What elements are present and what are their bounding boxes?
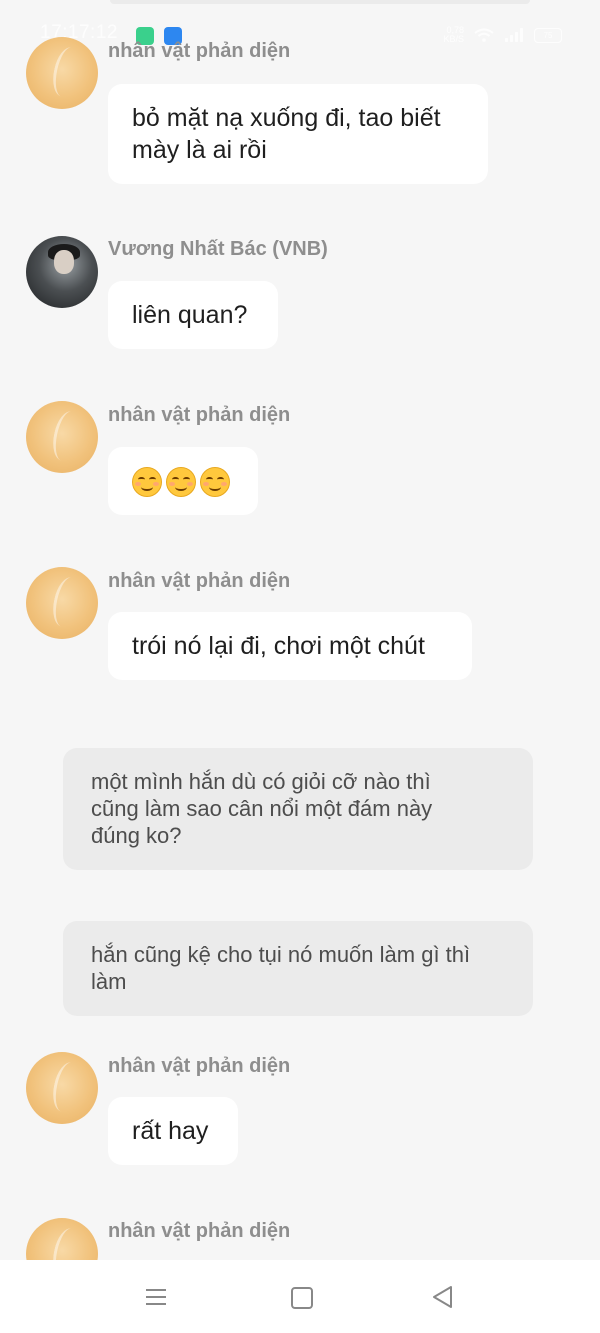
smiling-face-emoji — [132, 467, 162, 498]
message-text: rất hay — [132, 1117, 209, 1145]
sender-name: nhân vật phản diện — [108, 1055, 291, 1077]
avatar-face — [54, 250, 74, 274]
message-bubble[interactable]: liên quan? — [108, 281, 278, 349]
message-bubble[interactable] — [108, 447, 258, 515]
battery-icon: 75 — [534, 27, 562, 43]
signal-icon — [504, 28, 524, 42]
home-icon[interactable] — [288, 1284, 314, 1310]
smiling-face-emoji — [200, 467, 230, 498]
status-indicators: 0,78 KB/S 75 — [443, 26, 562, 44]
narration-block[interactable]: một mình hắn dù có giỏi cỡ nào thì cũng … — [63, 748, 533, 870]
avatar[interactable] — [26, 1052, 98, 1124]
sender-name: nhân vật phản diện — [108, 570, 291, 592]
message-text: liên quan? — [132, 301, 248, 329]
narration-line: một mình hắn dù có giỏi cỡ nào thì — [91, 769, 431, 794]
message-text-line: bỏ mặt nạ xuống đi, tao biết — [132, 104, 441, 132]
message-bubble[interactable]: rất hay — [108, 1097, 238, 1165]
avatar[interactable] — [26, 236, 98, 308]
avatar[interactable] — [26, 567, 98, 639]
sender-name: Vương Nhất Bác (VNB) — [108, 238, 328, 260]
narration-line: hắn cũng kệ cho tụi nó muốn làm gì thì — [91, 942, 471, 967]
network-speed-value: 0,78 — [446, 25, 464, 35]
narration-block[interactable]: hắn cũng kệ cho tụi nó muốn làm gì thì l… — [63, 921, 533, 1016]
avatar[interactable] — [26, 37, 98, 109]
sender-name: nhân vật phản diện — [108, 1220, 291, 1242]
network-speed: 0,78 KB/S — [443, 26, 464, 44]
message-text-line: mày là ai rồi — [132, 136, 267, 164]
navigation-bar — [0, 1260, 600, 1333]
narration-line: làm — [91, 969, 127, 994]
previous-bubble-edge — [110, 0, 530, 4]
wifi-icon — [474, 28, 494, 42]
smiling-face-emoji — [166, 467, 196, 498]
sender-name: nhân vật phản diện — [108, 40, 291, 62]
narration-line: cũng làm sao cân nổi một đám này — [91, 796, 433, 821]
network-speed-unit: KB/S — [443, 34, 464, 44]
sender-name: nhân vật phản diện — [108, 404, 291, 426]
message-text: trói nó lại đi, chơi một chút — [132, 632, 425, 660]
avatar[interactable] — [26, 401, 98, 473]
narration-line: đúng ko? — [91, 823, 182, 848]
menu-icon[interactable] — [143, 1284, 169, 1310]
back-icon[interactable] — [430, 1284, 456, 1310]
message-bubble[interactable]: trói nó lại đi, chơi một chút — [108, 612, 472, 680]
message-bubble[interactable]: bỏ mặt nạ xuống đi, tao biết mày là ai r… — [108, 84, 488, 184]
